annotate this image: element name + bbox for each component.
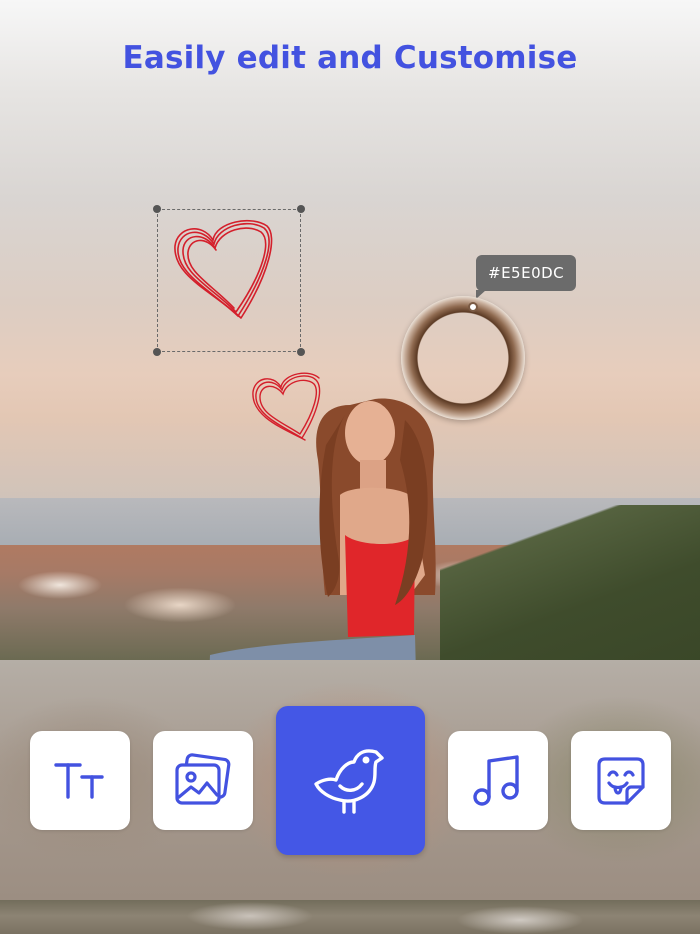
resize-handle-top-right[interactable] <box>297 205 305 213</box>
heart-sticker-large[interactable] <box>168 218 278 322</box>
music-tool-button[interactable] <box>448 731 548 830</box>
resize-handle-bottom-right[interactable] <box>297 348 305 356</box>
bird-icon <box>313 748 384 814</box>
text-size-icon <box>54 762 104 799</box>
color-picker-ring[interactable] <box>401 296 525 420</box>
resize-handle-top-left[interactable] <box>153 205 161 213</box>
text-tool-button[interactable] <box>30 731 130 830</box>
heart-sticker-small[interactable] <box>250 370 324 442</box>
color-value-tooltip: #E5E0DC <box>476 255 577 299</box>
music-note-icon <box>473 754 519 806</box>
rocks-foreground <box>0 898 700 934</box>
sticker-tool-button[interactable] <box>276 706 425 855</box>
resize-handle-bottom-left[interactable] <box>153 348 161 356</box>
emoji-tool-button[interactable] <box>571 731 671 830</box>
emoji-sticker-icon <box>597 756 645 805</box>
image-tool-button[interactable] <box>153 731 253 830</box>
color-picker-knob[interactable] <box>468 302 478 312</box>
photos-icon <box>175 752 231 805</box>
page-title: Easily edit and Customise <box>122 40 578 76</box>
